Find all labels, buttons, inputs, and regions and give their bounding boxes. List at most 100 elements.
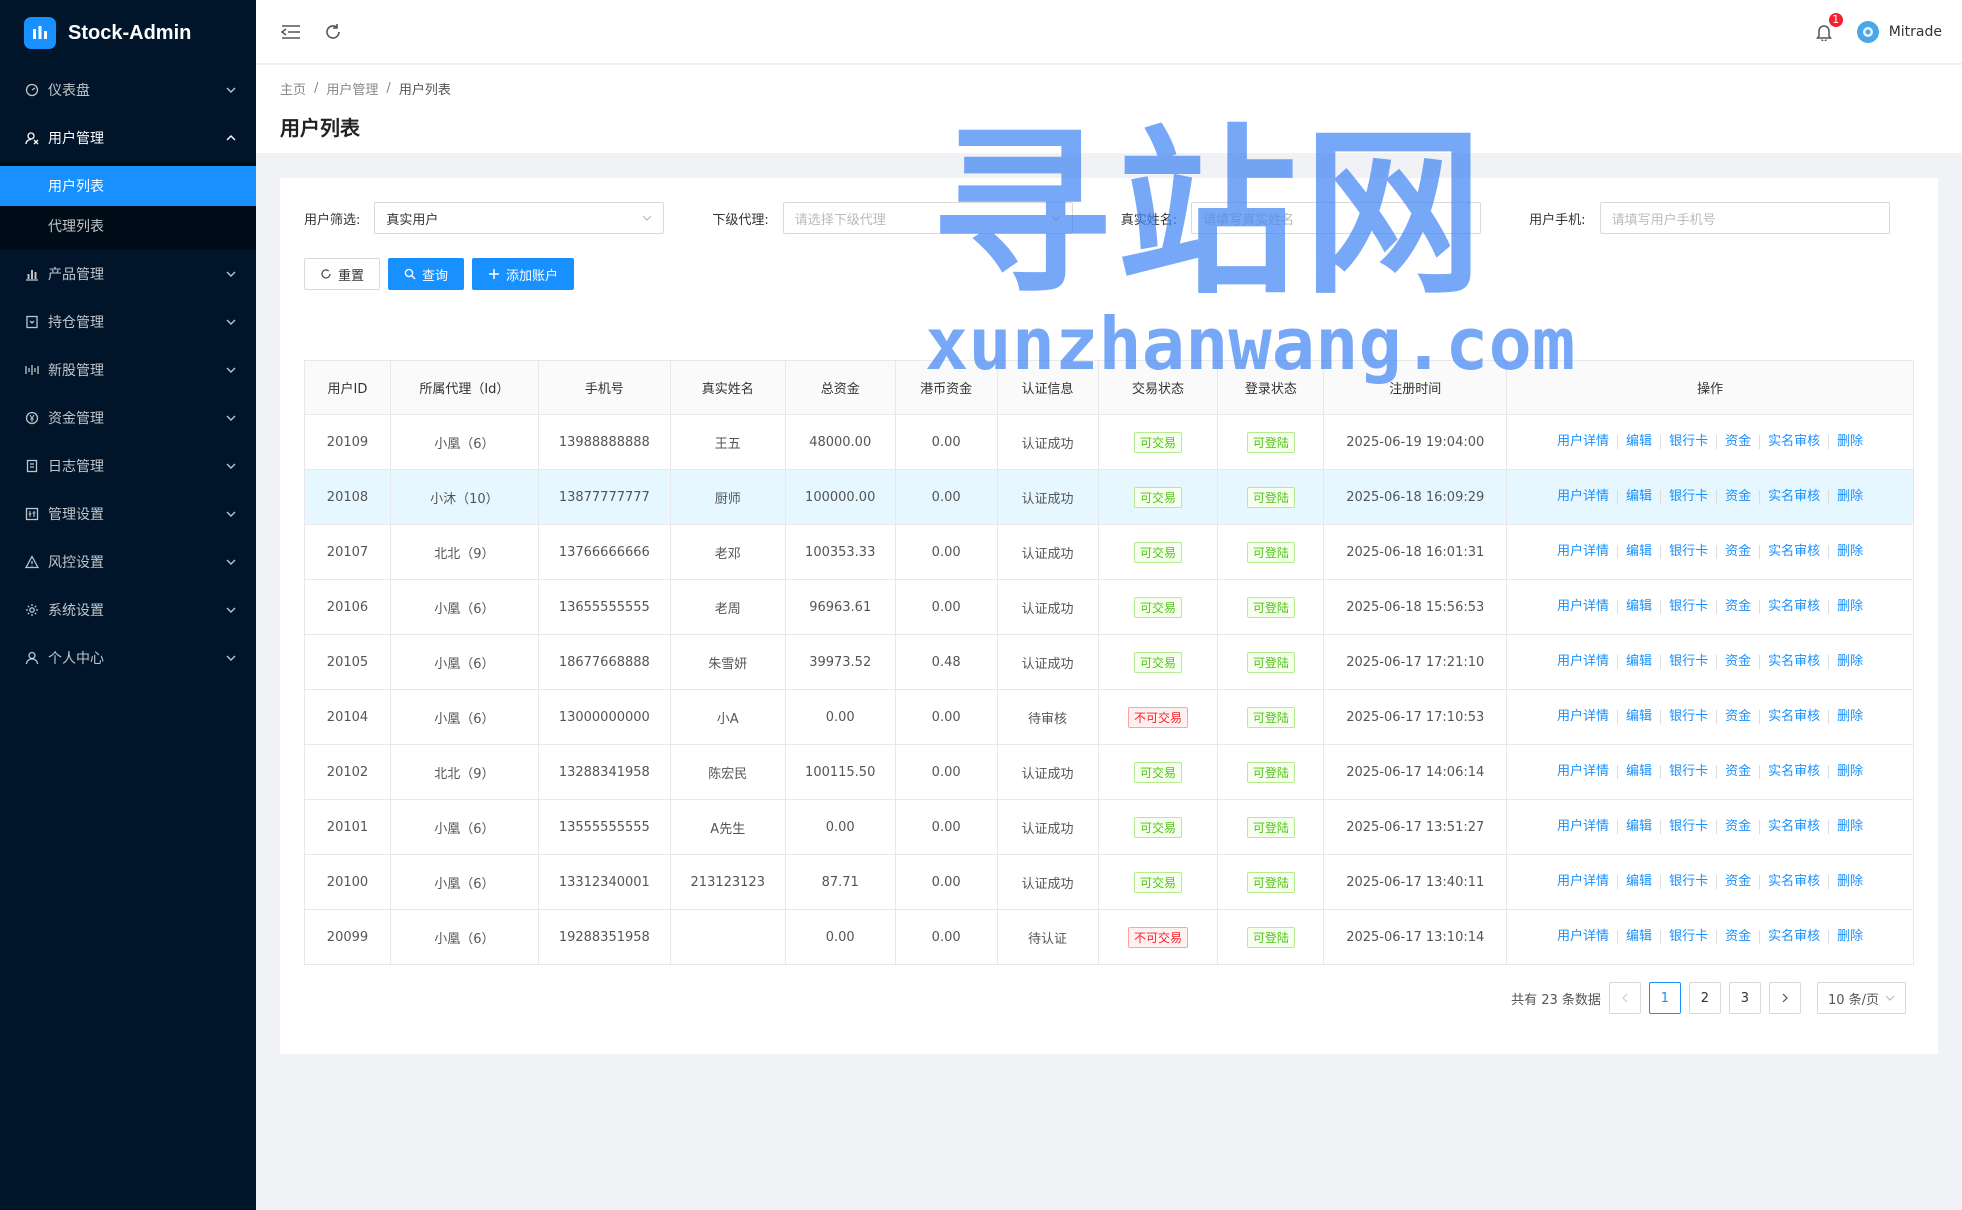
- action-link-3[interactable]: 资金: [1716, 600, 1759, 614]
- action-link-0[interactable]: 用户详情: [1549, 435, 1617, 449]
- action-link-4[interactable]: 实名审核: [1759, 600, 1828, 614]
- logo[interactable]: Stock-Admin: [0, 0, 256, 66]
- action-link-5[interactable]: 删除: [1828, 655, 1871, 669]
- sidebar-item-4[interactable]: 新股管理: [0, 346, 256, 394]
- sidebar-subitem-1[interactable]: 代理列表: [0, 206, 256, 246]
- next-page-button[interactable]: [1768, 982, 1801, 1014]
- action-link-4[interactable]: 实名审核: [1759, 490, 1828, 504]
- sidebar-item-8[interactable]: 风控设置: [0, 538, 256, 586]
- action-link-2[interactable]: 银行卡: [1660, 765, 1716, 779]
- action-link-4[interactable]: 实名审核: [1759, 930, 1828, 944]
- table-row[interactable]: 20099 小凰（6） 19288351958 0.00 0.00 待认证 不可交易 可登陆 2…: [304, 909, 1914, 965]
- action-link-3[interactable]: 资金: [1716, 655, 1759, 669]
- action-link-4[interactable]: 实名审核: [1759, 710, 1828, 724]
- action-link-2[interactable]: 银行卡: [1660, 930, 1716, 944]
- action-link-5[interactable]: 删除: [1828, 765, 1871, 779]
- notification-button[interactable]: 1: [1809, 10, 1845, 47]
- action-link-4[interactable]: 实名审核: [1759, 875, 1828, 889]
- sidebar-item-6[interactable]: 日志管理: [0, 442, 256, 490]
- action-link-3[interactable]: 资金: [1716, 545, 1759, 559]
- agent-select[interactable]: 请选择下级代理: [782, 202, 1073, 234]
- action-link-0[interactable]: 用户详情: [1549, 820, 1617, 834]
- action-link-3[interactable]: 资金: [1716, 820, 1759, 834]
- action-link-2[interactable]: 银行卡: [1660, 435, 1716, 449]
- action-link-4[interactable]: 实名审核: [1759, 765, 1828, 779]
- action-link-5[interactable]: 删除: [1828, 710, 1871, 724]
- real-name-input[interactable]: 请填写真实姓名: [1191, 202, 1482, 234]
- refresh-button[interactable]: [318, 17, 348, 47]
- sidebar-item-5[interactable]: 资金管理: [0, 394, 256, 442]
- action-link-5[interactable]: 删除: [1828, 875, 1871, 889]
- action-link-4[interactable]: 实名审核: [1759, 435, 1828, 449]
- action-link-1[interactable]: 编辑: [1617, 820, 1660, 834]
- action-link-3[interactable]: 资金: [1716, 435, 1759, 449]
- action-link-3[interactable]: 资金: [1716, 765, 1759, 779]
- action-link-2[interactable]: 银行卡: [1660, 545, 1716, 559]
- action-link-4[interactable]: 实名审核: [1759, 545, 1828, 559]
- action-link-1[interactable]: 编辑: [1617, 545, 1660, 559]
- add-account-button[interactable]: 添加账户: [472, 258, 575, 290]
- action-link-1[interactable]: 编辑: [1617, 435, 1660, 449]
- action-link-3[interactable]: 资金: [1716, 710, 1759, 724]
- user-name[interactable]: Mitrade: [1889, 24, 1942, 40]
- sidebar-item-9[interactable]: 系统设置: [0, 586, 256, 634]
- action-link-2[interactable]: 银行卡: [1660, 490, 1716, 504]
- action-link-4[interactable]: 实名审核: [1759, 820, 1828, 834]
- reset-button[interactable]: 重置: [304, 258, 381, 290]
- sidebar-item-2[interactable]: 产品管理: [0, 250, 256, 298]
- action-link-0[interactable]: 用户详情: [1549, 875, 1617, 889]
- page-button-2[interactable]: 2: [1688, 982, 1721, 1014]
- action-link-4[interactable]: 实名审核: [1759, 655, 1828, 669]
- menu-fold-button[interactable]: [276, 17, 306, 47]
- table-row[interactable]: 20104 小凰（6） 13000000000 小A 0.00 0.00 待审核 不可交易 可登…: [304, 689, 1914, 745]
- action-link-5[interactable]: 删除: [1828, 600, 1871, 614]
- action-link-0[interactable]: 用户详情: [1549, 930, 1617, 944]
- action-link-1[interactable]: 编辑: [1617, 490, 1660, 504]
- action-link-0[interactable]: 用户详情: [1549, 655, 1617, 669]
- action-link-0[interactable]: 用户详情: [1549, 600, 1617, 614]
- action-link-3[interactable]: 资金: [1716, 875, 1759, 889]
- sidebar-subitem-0[interactable]: 用户列表: [0, 166, 256, 206]
- action-link-1[interactable]: 编辑: [1617, 765, 1660, 779]
- action-link-1[interactable]: 编辑: [1617, 710, 1660, 724]
- prev-page-button[interactable]: [1608, 982, 1641, 1014]
- action-link-2[interactable]: 银行卡: [1660, 820, 1716, 834]
- table-row[interactable]: 20105 小凰（6） 18677668888 朱雪妍 39973.52 0.48 认证成功…: [304, 634, 1914, 690]
- action-link-5[interactable]: 删除: [1828, 435, 1871, 449]
- avatar[interactable]: [1856, 20, 1879, 43]
- table-row[interactable]: 20102 北北（9） 13288341958 陈宏民 100115.50 0.00 认证成…: [304, 744, 1914, 800]
- page-button-3[interactable]: 3: [1728, 982, 1761, 1014]
- page-button-1[interactable]: 1: [1648, 982, 1681, 1014]
- sidebar-item-10[interactable]: 个人中心: [0, 634, 256, 682]
- breadcrumb-user-manage[interactable]: 用户管理: [326, 79, 378, 98]
- sidebar-item-0[interactable]: 仪表盘: [0, 66, 256, 114]
- query-button[interactable]: 查询: [388, 258, 465, 290]
- action-link-3[interactable]: 资金: [1716, 490, 1759, 504]
- action-link-2[interactable]: 银行卡: [1660, 655, 1716, 669]
- user-filter-select[interactable]: 真实用户: [374, 202, 665, 234]
- table-row[interactable]: 20108 小沐（10） 13877777777 厨师 100000.00 0.00 认证成…: [304, 469, 1914, 525]
- action-link-5[interactable]: 删除: [1828, 930, 1871, 944]
- action-link-5[interactable]: 删除: [1828, 820, 1871, 834]
- page-size-select[interactable]: 10 条/页: [1816, 982, 1906, 1014]
- table-row[interactable]: 20107 北北（9） 13766666666 老邓 100353.33 0.00 认证成功…: [304, 524, 1914, 580]
- sidebar-item-7[interactable]: 管理设置: [0, 490, 256, 538]
- sidebar-item-3[interactable]: 持仓管理: [0, 298, 256, 346]
- phone-input[interactable]: 请填写用户手机号: [1599, 202, 1890, 234]
- action-link-1[interactable]: 编辑: [1617, 655, 1660, 669]
- sidebar-item-1[interactable]: 用户管理: [0, 114, 256, 162]
- breadcrumb-home[interactable]: 主页: [280, 79, 306, 98]
- table-row[interactable]: 20109 小凰（6） 13988888888 王五 48000.00 0.00 认证成功 可…: [304, 414, 1914, 470]
- action-link-2[interactable]: 银行卡: [1660, 875, 1716, 889]
- action-link-0[interactable]: 用户详情: [1549, 545, 1617, 559]
- action-link-2[interactable]: 银行卡: [1660, 710, 1716, 724]
- action-link-2[interactable]: 银行卡: [1660, 600, 1716, 614]
- action-link-0[interactable]: 用户详情: [1549, 710, 1617, 724]
- table-row[interactable]: 20100 小凰（6） 13312340001 213123123 87.71 0.00 认…: [304, 854, 1914, 910]
- action-link-3[interactable]: 资金: [1716, 930, 1759, 944]
- action-link-1[interactable]: 编辑: [1617, 930, 1660, 944]
- action-link-0[interactable]: 用户详情: [1549, 490, 1617, 504]
- action-link-5[interactable]: 删除: [1828, 490, 1871, 504]
- action-link-5[interactable]: 删除: [1828, 545, 1871, 559]
- table-row[interactable]: 20101 小凰（6） 13555555555 A先生 0.00 0.00 认证成功 可交易可…: [304, 799, 1914, 855]
